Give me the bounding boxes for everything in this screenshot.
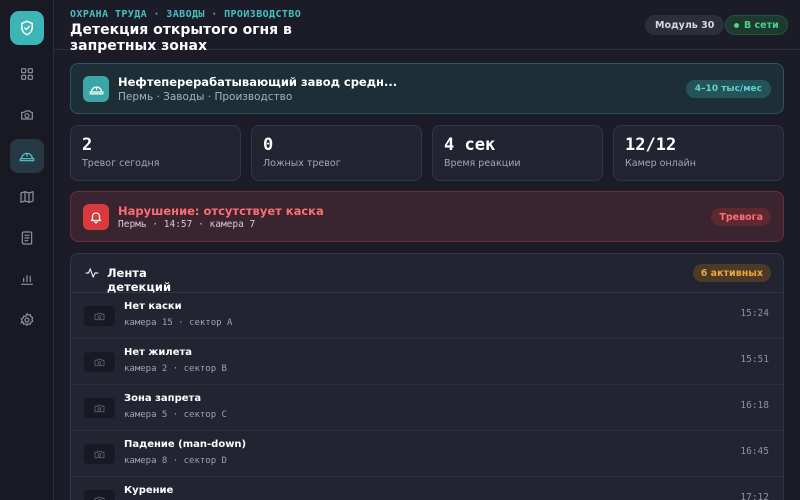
sidebar-item-analytics[interactable] [10, 262, 44, 296]
feed-header: Лента детекций 6 активных [71, 254, 783, 294]
stat-label: Время реакции [444, 158, 521, 169]
sidebar [0, 0, 54, 500]
online-status-badge: В сети [725, 15, 788, 35]
sidebar-item-reports[interactable] [10, 221, 44, 255]
violation-alert[interactable]: Нарушение: отсутствует каска Пермь · 14:… [70, 191, 784, 242]
activity-icon [85, 268, 99, 278]
detection-time: 15:51 [740, 354, 769, 365]
plant-meta: Пермь · Заводы · Производство [118, 91, 293, 103]
plant-card[interactable]: Нефтеперерабатывающий завод средн... Пер… [70, 63, 784, 114]
sidebar-item-settings[interactable] [10, 303, 44, 337]
plant-volume-badge: 4–10 тыс/мес [685, 80, 771, 98]
stat-label: Камер онлайн [625, 158, 696, 169]
bell-icon [83, 204, 109, 230]
alert-title: Нарушение: отсутствует каска [118, 204, 324, 218]
camera-thumbnail-icon [84, 306, 115, 326]
stat-value: 12/12 [625, 135, 677, 155]
feed-row[interactable]: Нет каски камера 15 · сектор A 15:24 [71, 293, 783, 339]
active-count-badge: 6 активных [692, 264, 771, 282]
feed-row[interactable]: Курение 17:12 [71, 477, 783, 500]
status-dot-icon [734, 22, 739, 28]
hard-hat-icon [19, 152, 35, 162]
sidebar-item-dashboard[interactable] [10, 57, 44, 91]
breadcrumb[interactable]: ОХРАНА ТРУДА · ЗАВОДЫ · ПРОИЗВОДСТВО [70, 9, 301, 20]
feed-title: Лента детекций [107, 266, 171, 294]
detection-title: Падение (man-down) [124, 439, 247, 450]
detection-time: 17:12 [740, 492, 769, 500]
stat-false-alerts: 0 Ложных тревог [251, 125, 422, 181]
module-badge: Модуль 30 [645, 15, 725, 35]
detection-title: Курение [124, 485, 174, 496]
online-status-label: В сети [744, 19, 779, 31]
detection-time: 16:45 [740, 446, 769, 457]
feed-row[interactable]: Падение (man-down) камера 8 · сектор D 1… [71, 431, 783, 477]
stat-cameras-online: 12/12 Камер онлайн [613, 125, 784, 181]
sidebar-item-map[interactable] [10, 180, 44, 214]
camera-thumbnail-icon [84, 490, 115, 500]
dashboard-icon [21, 68, 33, 80]
camera-thumbnail-icon [84, 398, 115, 418]
stat-alerts-today: 2 Тревог сегодня [70, 125, 241, 181]
stat-reaction-time: 4 сек Время реакции [432, 125, 603, 181]
stat-value: 2 [82, 135, 93, 155]
sidebar-item-cameras[interactable] [10, 98, 44, 132]
stat-label: Ложных тревог [263, 158, 341, 169]
page-title: Детекция открытого огня в запретных зона… [70, 22, 292, 54]
camera-feed-icon [21, 110, 33, 120]
alert-meta: Пермь · 14:57 · камера 7 [118, 219, 256, 230]
shield-logo-icon[interactable] [10, 11, 44, 45]
camera-thumbnail-icon [84, 352, 115, 372]
detection-time: 15:24 [740, 308, 769, 319]
alert-status-badge: Тревога [711, 208, 771, 226]
feed-row[interactable]: Зона запрета камера 5 · сектор C 16:18 [71, 385, 783, 431]
detection-time: 16:18 [740, 400, 769, 411]
map-icon [20, 191, 34, 203]
bar-chart-icon [21, 275, 33, 285]
detection-title: Нет жилета [124, 347, 193, 358]
stat-value: 0 [263, 135, 274, 155]
detection-meta: камера 15 · сектор A [124, 318, 233, 328]
settings-icon [20, 312, 34, 327]
detection-meta: камера 5 · сектор C [124, 410, 227, 420]
detection-feed: Лента детекций 6 активных Нет каски каме… [70, 253, 784, 500]
plant-name: Нефтеперерабатывающий завод средн... [118, 75, 398, 89]
feed-row[interactable]: Нет жилета камера 2 · сектор B 15:51 [71, 339, 783, 385]
detection-meta: камера 2 · сектор B [124, 364, 227, 374]
sidebar-item-ppe[interactable] [10, 139, 44, 173]
stat-label: Тревог сегодня [82, 158, 160, 169]
detection-title: Нет каски [124, 301, 182, 312]
camera-thumbnail-icon [84, 444, 115, 464]
detection-title: Зона запрета [124, 393, 202, 404]
document-icon [21, 231, 33, 245]
stat-value: 4 сек [444, 135, 496, 155]
page-header: ОХРАНА ТРУДА · ЗАВОДЫ · ПРОИЗВОДСТВО Дет… [54, 0, 800, 54]
detection-meta: камера 8 · сектор D [124, 456, 227, 466]
hard-hat-icon [83, 76, 109, 102]
